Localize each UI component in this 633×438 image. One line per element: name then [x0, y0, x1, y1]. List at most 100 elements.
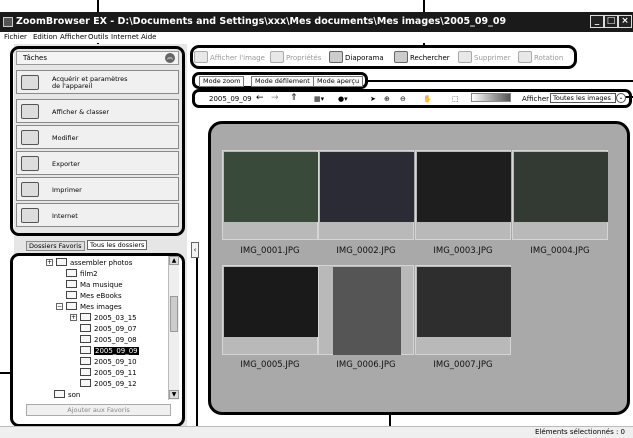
export-icon: [21, 156, 39, 171]
tree-item-label: 2005_09_10: [94, 358, 137, 366]
tab-scroll-mode[interactable]: Mode défilement: [251, 76, 314, 87]
thumbnail-caption: IMG_0001.JPG: [240, 246, 300, 256]
tab-preview-mode[interactable]: Mode aperçu: [313, 76, 364, 87]
task-export-button[interactable]: Exporter: [16, 151, 179, 175]
folder-icon: [80, 357, 91, 365]
fit-icon[interactable]: ⬚: [452, 95, 459, 103]
thumbnail-image: [224, 152, 318, 222]
hand-tool-icon[interactable]: ✋: [423, 95, 432, 103]
tree-item-label: 2005_09_09: [94, 347, 139, 355]
tree-item[interactable]: Mes eBooks: [66, 291, 122, 300]
up-folder-icon[interactable]: ⇑: [290, 93, 298, 103]
maximize-button[interactable]: □: [604, 15, 618, 28]
view-image-button[interactable]: Afficher l'image: [194, 51, 265, 63]
menu-afficher[interactable]: Afficher: [60, 33, 87, 41]
task-edit-button[interactable]: Modifier: [16, 125, 179, 149]
search-label: Rechercher: [410, 54, 450, 62]
thumbnail-caption: IMG_0004.JPG: [530, 246, 590, 256]
tasks-header[interactable]: Tâches ︽: [16, 51, 179, 65]
tasks-header-label: Tâches: [23, 54, 47, 62]
tree-item-selected[interactable]: 2005_09_09: [80, 346, 139, 355]
task-label: Afficher & classer: [52, 108, 110, 116]
tree-item-label: 2005_09_12: [94, 380, 137, 388]
selection-status: Eléments sélectionnés : 0: [535, 428, 625, 436]
folder-icon: [66, 302, 77, 310]
tree-item[interactable]: film2: [66, 269, 98, 278]
current-folder-label: 2005_09_09: [209, 95, 252, 103]
thumbnail[interactable]: [222, 265, 318, 355]
task-label: Imprimer: [52, 186, 82, 194]
tab-favorites[interactable]: Dossiers Favoris: [26, 241, 85, 251]
tree-item[interactable]: − Mes images: [56, 302, 122, 311]
expand-plus-icon[interactable]: +: [70, 314, 77, 321]
rotate-button[interactable]: Rotation: [518, 51, 563, 63]
scroll-thumb[interactable]: [170, 296, 178, 332]
folder-icon: [80, 313, 91, 321]
folder-icon: [80, 335, 91, 343]
menu-fichier[interactable]: Fichier: [4, 33, 27, 41]
tree-item[interactable]: 2005_09_08: [80, 335, 137, 344]
thumbnail-caption: IMG_0005.JPG: [240, 360, 300, 370]
folder-icon: [80, 324, 91, 332]
folder-icon: [66, 280, 77, 288]
menu-internet[interactable]: Internet: [111, 33, 139, 41]
collapse-up-icon[interactable]: ︽: [165, 53, 175, 63]
close-button[interactable]: ×: [618, 15, 632, 28]
info-icon[interactable]: ●▾: [338, 95, 348, 103]
menu-edition[interactable]: Edition: [33, 33, 57, 41]
task-acquire-button[interactable]: Acquérir et paramètres de l'appareil: [16, 70, 179, 94]
scroll-up-arrow[interactable]: ▲: [169, 256, 179, 265]
tree-item-label: Mes eBooks: [80, 292, 122, 300]
task-view-sort-button[interactable]: Afficher & classer: [16, 99, 179, 123]
tab-all-folders[interactable]: Tous les dossiers: [87, 240, 148, 250]
show-filter-select[interactable]: Toutes les images: [550, 93, 616, 103]
tree-item[interactable]: 2005_09_11: [80, 368, 137, 377]
pointer-tool-icon[interactable]: ➤: [370, 95, 376, 103]
panel-collapse-button[interactable]: ‹: [191, 242, 199, 258]
tab-zoom-mode[interactable]: Mode zoom: [199, 76, 245, 87]
menu-aide[interactable]: Aide: [141, 33, 156, 41]
tree-item[interactable]: + assembler photos: [46, 258, 132, 267]
properties-label: Propriétés: [286, 54, 322, 62]
collapse-minus-icon[interactable]: −: [56, 303, 63, 310]
tree-item[interactable]: 2005_09_12: [80, 379, 137, 388]
thumbnail[interactable]: [415, 150, 511, 240]
tree-item[interactable]: 2005_09_10: [80, 357, 137, 366]
chevron-down-icon[interactable]: ⌄: [616, 93, 626, 103]
callout-line-tree: [0, 372, 10, 374]
tree-item[interactable]: son: [54, 390, 80, 399]
task-label: Modifier: [52, 134, 79, 142]
properties-button[interactable]: Propriétés: [270, 51, 321, 63]
minimize-button[interactable]: _: [590, 15, 604, 28]
slideshow-button[interactable]: Diaporama: [329, 51, 384, 63]
thumbnail[interactable]: [222, 150, 318, 240]
forward-arrow-icon[interactable]: →: [271, 93, 279, 103]
back-arrow-icon[interactable]: ←: [256, 93, 264, 103]
task-print-button[interactable]: Imprimer: [16, 177, 179, 201]
tree-item[interactable]: Ma musique: [66, 280, 123, 289]
folder-icon: [80, 379, 91, 387]
tree-item[interactable]: +2005_03_15: [70, 313, 137, 322]
delete-button[interactable]: Supprimer: [458, 51, 511, 63]
zoom-in-icon[interactable]: ⊕: [384, 95, 390, 103]
menu-outils[interactable]: Outils: [88, 33, 108, 41]
thumbnail[interactable]: [512, 150, 608, 240]
tree-item[interactable]: 2005_09_07: [80, 324, 137, 333]
view-options-icon[interactable]: ▦▾: [314, 95, 324, 103]
folder-icon: [56, 258, 67, 266]
tree-scrollbar[interactable]: ▲ ▼: [168, 256, 179, 400]
show-label: Afficher: [522, 95, 550, 103]
edit-icon: [21, 130, 39, 145]
thumbnail-image: [224, 267, 318, 337]
tree-item-label: 2005_09_11: [94, 369, 137, 377]
zoom-out-icon[interactable]: ⊖: [400, 95, 406, 103]
thumbnail[interactable]: [318, 265, 414, 355]
add-to-favorites-button[interactable]: Ajouter aux Favoris: [26, 404, 171, 416]
scroll-down-arrow[interactable]: ▼: [169, 390, 179, 399]
thumbnail[interactable]: [318, 150, 414, 240]
expand-plus-icon[interactable]: +: [46, 259, 53, 266]
zoom-slider[interactable]: [471, 93, 511, 102]
thumbnail[interactable]: [415, 265, 511, 355]
task-internet-button[interactable]: Internet: [16, 203, 179, 227]
search-button[interactable]: Rechercher: [394, 51, 450, 63]
